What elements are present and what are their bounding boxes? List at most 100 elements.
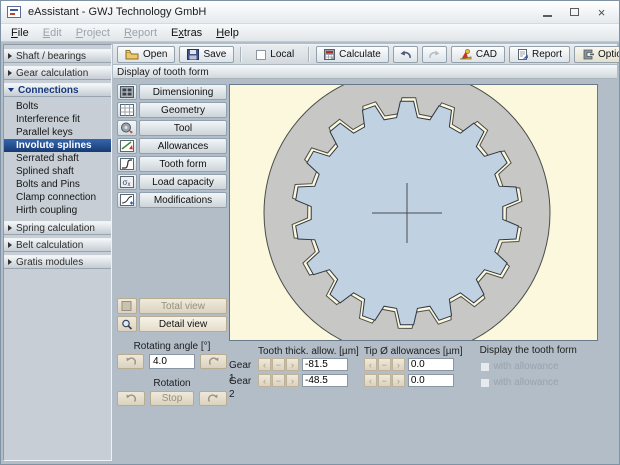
dimensioning-button[interactable]: Dimensioning — [139, 84, 227, 100]
with-allowance-label-1: with allowance — [493, 361, 559, 372]
rotation-stop-button: Stop — [150, 391, 194, 406]
tooth-thickness-group: Tooth thick. allow. [µm] ‹ − › ‹ − › — [258, 345, 359, 390]
report-button[interactable]: Report — [509, 46, 571, 63]
tooth-form-button[interactable]: Tooth form — [139, 156, 227, 172]
close-icon: × — [597, 4, 606, 20]
cad-icon — [459, 49, 472, 60]
load-capacity-icon-button[interactable]: σx — [117, 174, 137, 190]
rotation-label: Rotation — [153, 378, 191, 389]
geometry-grid-icon — [120, 104, 134, 116]
with-allowance-row-2: with allowance — [479, 377, 577, 388]
options-clamp-icon — [583, 49, 595, 60]
rotate-angle-ccw-button[interactable] — [117, 354, 144, 369]
dimensioning-icon — [120, 86, 134, 98]
sidebar-section-connections[interactable]: Connections — [4, 83, 111, 97]
tooth-form-canvas — [229, 84, 598, 341]
rotation-ccw-button[interactable] — [117, 391, 145, 406]
rotating-angle-input[interactable] — [149, 354, 195, 369]
sidebar-section-gratis-modules[interactable]: Gratis modules — [4, 255, 111, 269]
sidebar-item-serrated-shaft[interactable]: Serrated shaft — [4, 152, 111, 165]
sidebar-section-belt-calculation[interactable]: Belt calculation — [4, 238, 111, 252]
g2-thickness-input[interactable] — [302, 374, 348, 387]
sidebar-item-involute-splines[interactable]: Involute splines — [4, 139, 111, 152]
gear2-label: Gear 2 — [229, 376, 252, 400]
sidebar-section-gear-calculation[interactable]: Gear calculation — [4, 66, 111, 80]
tool-icon-button[interactable] — [117, 120, 137, 136]
app-body: Shaft / bearings Gear calculation Connec… — [1, 42, 619, 464]
modifications-icon-button[interactable] — [117, 192, 137, 208]
sidebar-item-bolts-and-pins[interactable]: Bolts and Pins — [4, 178, 111, 191]
sidebar-item-bolts[interactable]: Bolts — [4, 100, 111, 113]
menu-help[interactable]: Help — [209, 26, 246, 40]
tip-allowance-group: Tip Ø allowances [µm] ‹ − › ‹ − › — [363, 345, 463, 390]
total-view-icon-button — [117, 298, 137, 314]
toolbar-separator — [308, 47, 311, 62]
allowances-button[interactable]: Allowances — [139, 138, 227, 154]
load-capacity-button[interactable]: Load capacity — [139, 174, 227, 190]
module-sidebar: Shaft / bearings Gear calculation Connec… — [3, 44, 112, 461]
rotate-cw-icon — [208, 356, 218, 365]
g2-thickness-max-button[interactable]: › — [286, 374, 299, 387]
modifications-button[interactable]: Modifications — [139, 192, 227, 208]
sidebar-section-shaft-bearings[interactable]: Shaft / bearings — [4, 49, 111, 63]
spline-drawing — [263, 85, 551, 340]
calculate-button[interactable]: Calculate — [316, 46, 389, 63]
allowances-icon — [120, 140, 134, 152]
g2-tip-mid-button[interactable]: − — [377, 374, 391, 387]
g1-thickness-min-button[interactable]: ‹ — [258, 358, 271, 371]
open-button[interactable]: Open — [117, 46, 176, 63]
tooth-form-icon-button[interactable] — [117, 156, 137, 172]
rotate-ccw-icon — [126, 393, 137, 402]
tool-button[interactable]: Tool — [139, 120, 227, 136]
menu-extras[interactable]: Extras — [164, 26, 209, 40]
close-button[interactable]: × — [588, 4, 615, 21]
menubar: File Edit Project Report Extras Help — [1, 24, 619, 42]
save-button[interactable]: Save — [179, 46, 235, 63]
local-checkbox-group[interactable]: Local — [248, 46, 302, 63]
dimensioning-icon-button[interactable] — [117, 84, 137, 100]
g1-thickness-mid-button[interactable]: − — [272, 358, 285, 371]
minimize-button[interactable] — [534, 4, 561, 21]
rotate-angle-cw-button[interactable] — [200, 354, 227, 369]
maximize-button[interactable] — [561, 4, 588, 21]
geometry-button[interactable]: Geometry — [139, 102, 227, 118]
sidebar-item-splined-shaft[interactable]: Splined shaft — [4, 165, 111, 178]
g2-tip-min-button[interactable]: ‹ — [363, 374, 377, 387]
collapsed-arrow-icon — [8, 242, 12, 248]
menu-file[interactable]: File — [4, 26, 36, 40]
detail-view-icon-button[interactable] — [117, 316, 137, 332]
g1-tip-input[interactable] — [407, 358, 454, 371]
sidebar-item-parallel-keys[interactable]: Parallel keys — [4, 126, 111, 139]
g2-tip-max-button[interactable]: › — [391, 374, 405, 387]
local-checkbox[interactable] — [256, 49, 267, 60]
sidebar-section-spring-calculation[interactable]: Spring calculation — [4, 221, 111, 235]
with-allowance-row-1: with allowance — [479, 361, 577, 372]
options-button[interactable]: Options — [574, 46, 619, 63]
g1-thickness-max-button[interactable]: › — [286, 358, 299, 371]
detail-view-button[interactable]: Detail view — [139, 316, 227, 332]
expanded-arrow-icon — [8, 88, 14, 92]
allowances-icon-button[interactable] — [117, 138, 137, 154]
redo-arrow-icon — [429, 50, 440, 58]
g1-thickness-input[interactable] — [302, 358, 348, 371]
sidebar-item-clamp-connection[interactable]: Clamp connection — [4, 191, 111, 204]
g2-thickness-min-button[interactable]: ‹ — [258, 374, 271, 387]
geometry-icon-button[interactable] — [117, 102, 137, 118]
g2-thickness-mid-button[interactable]: − — [272, 374, 285, 387]
g1-tip-mid-button[interactable]: − — [377, 358, 391, 371]
rotate-ccw-icon — [126, 356, 136, 365]
sidebar-item-hirth-coupling[interactable]: Hirth coupling — [4, 204, 111, 217]
g1-tip-max-button[interactable]: › — [391, 358, 405, 371]
view-caption: Display of tooth form — [113, 65, 617, 79]
collapsed-arrow-icon — [8, 70, 12, 76]
g1-tip-min-button[interactable]: ‹ — [363, 358, 377, 371]
drawing-column: Gear 1 Gear 2 Tooth thick. allow. [µm] ‹… — [229, 79, 617, 461]
collapsed-arrow-icon — [8, 259, 12, 265]
cad-button[interactable]: CAD — [450, 46, 505, 63]
g2-tip-input[interactable] — [407, 374, 454, 387]
main-area: Open Save Local Calculate CAD Report Opt… — [113, 44, 619, 461]
sidebar-item-interference-fit[interactable]: Interference fit — [4, 113, 111, 126]
rotation-cw-button[interactable] — [199, 391, 227, 406]
undo-button[interactable] — [392, 46, 418, 63]
titlebar: eAssistant - GWJ Technology GmbH × — [1, 1, 619, 24]
